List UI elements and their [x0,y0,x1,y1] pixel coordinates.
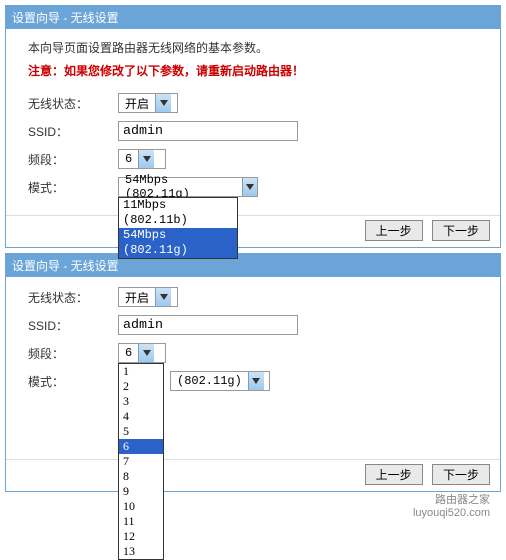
panel-title: 设置向导 - 无线设置 [6,6,500,29]
row-channel: 频段： 6 [28,149,478,169]
channel-option[interactable]: 2 [119,379,163,394]
channel-value: 6 [119,152,138,166]
channel-option[interactable]: 9 [119,484,163,499]
watermark-title: 路由器之家 [16,494,490,507]
channel-option[interactable]: 8 [119,469,163,484]
button-row-top: 上一步 下一步 [6,215,500,247]
mode-select[interactable]: 54Mbps (802.11g) [118,177,258,197]
channel-option[interactable]: 13 [119,544,163,559]
panel-body-top: 本向导页面设置路由器无线网络的基本参数。 注意：如果您修改了以下参数，请重新启动… [6,29,500,215]
channel-option[interactable]: 1 [119,364,163,379]
dropdown-icon[interactable] [242,178,257,196]
prev-button[interactable]: 上一步 [365,464,423,485]
dropdown-icon[interactable] [155,288,171,306]
mode-extra-value: (802.11g) [171,374,248,388]
label-channel: 频段： [28,151,118,168]
wireless-status-select[interactable]: 开启 [118,287,178,307]
row-status: 无线状态： 开启 [28,93,478,113]
channel-dropdown-list: 1 2 3 4 5 6 7 8 9 10 11 12 13 [118,363,164,560]
row-ssid: SSID： [28,121,478,141]
panel-body-bottom: 无线状态： 开启 SSID： 频段： 6 1 2 3 4 5 6 7 [6,277,500,459]
wizard-panel-bottom: 设置向导 - 无线设置 无线状态： 开启 SSID： 频段： 6 1 2 3 4 [5,253,501,492]
channel-value: 6 [119,346,138,360]
channel-option[interactable]: 7 [119,454,163,469]
dropdown-icon[interactable] [138,150,154,168]
channel-option[interactable]: 3 [119,394,163,409]
row-status: 无线状态： 开启 [28,287,478,307]
channel-option[interactable]: 12 [119,529,163,544]
mode-option-11mbps[interactable]: 11Mbps (802.11b) [119,198,237,228]
channel-option[interactable]: 4 [119,409,163,424]
channel-select[interactable]: 6 [118,149,166,169]
label-status: 无线状态： [28,289,118,306]
description-text: 本向导页面设置路由器无线网络的基本参数。 [28,39,478,56]
button-row-bottom: 上一步 下一步 [6,459,500,491]
channel-option[interactable]: 5 [119,424,163,439]
wireless-status-value: 开启 [119,289,155,306]
ssid-input[interactable] [118,121,298,141]
dropdown-icon[interactable] [155,94,171,112]
mode-select[interactable]: (802.11g) [170,371,270,391]
channel-option[interactable]: 10 [119,499,163,514]
label-channel: 频段： [28,345,118,362]
panel-title: 设置向导 - 无线设置 [6,254,500,277]
prev-button[interactable]: 上一步 [365,220,423,241]
row-ssid: SSID： [28,315,478,335]
label-ssid: SSID： [28,123,118,140]
label-status: 无线状态： [28,95,118,112]
wizard-panel-top: 设置向导 - 无线设置 本向导页面设置路由器无线网络的基本参数。 注意：如果您修… [5,5,501,248]
dropdown-icon[interactable] [248,372,264,390]
row-mode: 模式： 54Mbps (802.11g) 11Mbps (802.11b) 54… [28,177,478,197]
row-channel: 频段： 6 1 2 3 4 5 6 7 8 9 10 11 12 13 [28,343,478,363]
watermark: 路由器之家 luyouqi520.com [0,492,506,526]
wireless-status-select[interactable]: 开启 [118,93,178,113]
next-button[interactable]: 下一步 [432,464,490,485]
label-mode: 模式： [28,373,118,390]
next-button[interactable]: 下一步 [432,220,490,241]
label-ssid: SSID： [28,317,118,334]
ssid-input[interactable] [118,315,298,335]
channel-option[interactable]: 11 [119,514,163,529]
channel-select[interactable]: 6 [118,343,166,363]
mode-option-54mbps[interactable]: 54Mbps (802.11g) [119,228,237,258]
label-mode: 模式： [28,179,118,196]
channel-option[interactable]: 6 [119,439,163,454]
warning-text: 注意：如果您修改了以下参数，请重新启动路由器！ [28,62,478,79]
mode-dropdown-list: 11Mbps (802.11b) 54Mbps (802.11g) [118,197,238,259]
row-mode: 模式： (802.11g) [28,371,478,391]
wireless-status-value: 开启 [119,95,155,112]
watermark-url: luyouqi520.com [16,507,490,520]
dropdown-icon[interactable] [138,344,154,362]
